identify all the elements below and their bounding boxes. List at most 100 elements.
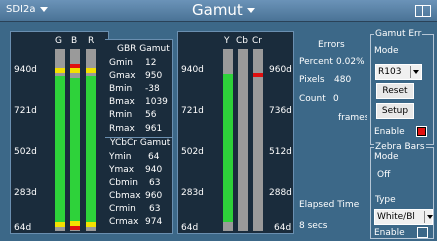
- channel-label-y: Y: [224, 36, 230, 46]
- r-upper-limit-marker: [86, 68, 96, 73]
- gamut-row-label: Crmin: [109, 204, 136, 214]
- error-count-value: 0: [333, 94, 339, 104]
- title-bar: SDI2a Gamut: [0, 0, 437, 22]
- gamut-err-enable-label: Enable: [374, 127, 405, 137]
- scale-label: 64d: [181, 223, 199, 233]
- zebra-type-label: Type: [375, 195, 396, 205]
- restore-window-icon[interactable]: [415, 5, 431, 17]
- zebra-mode-label: Mode: [374, 152, 399, 162]
- scale-label: 721d: [181, 106, 204, 116]
- rgb-meter-panel: G B R 940d 721d 502d 283d 64d: [10, 31, 109, 234]
- gamut-row-label: Cbmax: [109, 191, 141, 201]
- cb-level-bar: [238, 49, 248, 231]
- channel-label-b: B: [71, 36, 78, 46]
- gamut-row-label: Crmax: [109, 217, 139, 227]
- gamut-row-label: Ymax: [109, 165, 135, 175]
- errors-header: Errors: [318, 40, 345, 50]
- b-level-bar: [70, 49, 80, 231]
- zebra-type-select[interactable]: White/Bl: [374, 209, 433, 225]
- error-pixels-label: Pixels: [299, 75, 325, 85]
- chevron-down-icon: [410, 66, 420, 78]
- scale-label: 940d: [14, 65, 37, 75]
- window-title: Gamut: [192, 1, 243, 19]
- setup-button[interactable]: Setup: [376, 103, 414, 119]
- zebra-bars-group: Zebra Bars Mode Off Type White/Bl Enable: [370, 142, 434, 239]
- side-panel: Gamut Err Mode R103 Reset Setup Enable Z…: [367, 22, 437, 241]
- ycbcr-gamut-header: YCbCr Gamut: [110, 138, 171, 148]
- g-upper-limit-marker: [55, 68, 65, 73]
- gamut-row-value: 974: [145, 217, 163, 227]
- gamut-row-value: 950: [145, 71, 163, 81]
- gamut-row-value: -38: [145, 84, 160, 94]
- ycbcr-meter-panel: Y Cb Cr 940d 721d 502d 283d 64d 960d 736…: [177, 31, 294, 234]
- gamut-err-group-label: Gamut Err: [374, 29, 423, 39]
- g-lower-limit-marker: [55, 222, 65, 227]
- channel-label-r: R: [88, 36, 95, 46]
- gamut-err-enable-checkbox[interactable]: [416, 126, 427, 137]
- elapsed-time-label: Elapsed Time: [299, 200, 360, 210]
- scale-label: 288d: [269, 188, 292, 198]
- gamut-row-value: 960: [145, 191, 163, 201]
- gamut-err-mode-value: R103: [378, 67, 402, 77]
- error-percent-label: Percent: [299, 57, 333, 67]
- scale-label: 960d: [269, 65, 292, 75]
- chevron-down-icon: [246, 8, 255, 13]
- scale-label: 502d: [181, 147, 204, 157]
- gamut-row-label: Ymin: [109, 152, 132, 162]
- scale-label: 283d: [14, 188, 37, 198]
- zebra-type-value: White/Bl: [377, 212, 415, 222]
- error-frames-label: frames: [338, 113, 370, 123]
- gamut-row-value: 56: [145, 110, 157, 120]
- source-label: SDI2a: [6, 4, 36, 15]
- cr-over-limit-marker: [253, 73, 263, 77]
- scale-label: 512d: [269, 147, 292, 157]
- channel-label-g: G: [55, 36, 62, 46]
- gamut-row-value: 940: [145, 165, 163, 175]
- gamut-row-label: Rmax: [109, 124, 135, 134]
- zebra-bars-group-label: Zebra Bars: [374, 142, 426, 152]
- zebra-enable-checkbox[interactable]: [417, 227, 428, 238]
- source-selector[interactable]: SDI2a: [6, 4, 48, 15]
- gamut-row-label: Bmax: [109, 97, 135, 107]
- channel-label-cb: Cb: [236, 36, 248, 46]
- gbr-gamut-header: GBR Gamut: [117, 44, 170, 54]
- gamut-main-panel: G B R 940d 721d 502d 283d 64d GBR Gamut …: [0, 22, 370, 241]
- gamut-row-value: 64: [148, 152, 160, 162]
- gamut-row-label: Gmax: [109, 71, 136, 81]
- r-level-fill: [86, 76, 96, 222]
- chevron-down-icon: [424, 211, 433, 223]
- gamut-table: GBR Gamut Gmin 12 Gmax 950 Bmin -38 Bmax…: [105, 39, 173, 234]
- gamut-row-label: Cbmin: [109, 178, 138, 188]
- b-under-limit-marker: [70, 226, 80, 230]
- gamut-row-label: Gmin: [109, 58, 133, 68]
- scale-label: 502d: [14, 147, 37, 157]
- cr-level-bar: [253, 49, 263, 231]
- scale-label: 736d: [269, 106, 292, 116]
- error-pixels-value: 480: [334, 75, 352, 85]
- gamut-row-value: 1039: [145, 97, 168, 107]
- scale-label: 64d: [14, 223, 32, 233]
- reset-button[interactable]: Reset: [376, 83, 414, 99]
- scale-label: 64d: [274, 223, 292, 233]
- gamut-row-label: Rmin: [109, 110, 133, 120]
- gamut-err-mode-select[interactable]: R103: [375, 64, 422, 80]
- y-level-bar: [223, 49, 233, 231]
- scale-label: 940d: [181, 65, 204, 75]
- error-count-label: Count: [299, 94, 326, 104]
- r-lower-limit-marker: [86, 222, 96, 227]
- zebra-enable-label: Enable: [374, 228, 405, 238]
- scale-label: 283d: [181, 188, 204, 198]
- gamut-row-value: 63: [149, 178, 161, 188]
- gamut-row-value: 12: [145, 58, 157, 68]
- b-over-limit-marker: [70, 64, 80, 68]
- channel-label-cr: Cr: [252, 36, 262, 46]
- gamut-row-value: 961: [145, 124, 163, 134]
- gamut-err-mode-label: Mode: [374, 46, 399, 56]
- scale-label: 721d: [14, 106, 37, 116]
- window-title-menu[interactable]: Gamut: [192, 1, 255, 19]
- zebra-mode-value[interactable]: Off: [377, 170, 390, 180]
- gamut-row-label: Bmin: [109, 84, 133, 94]
- g-level-fill: [55, 76, 65, 222]
- r-level-bar: [86, 49, 96, 231]
- gamut-row-value: 63: [149, 204, 161, 214]
